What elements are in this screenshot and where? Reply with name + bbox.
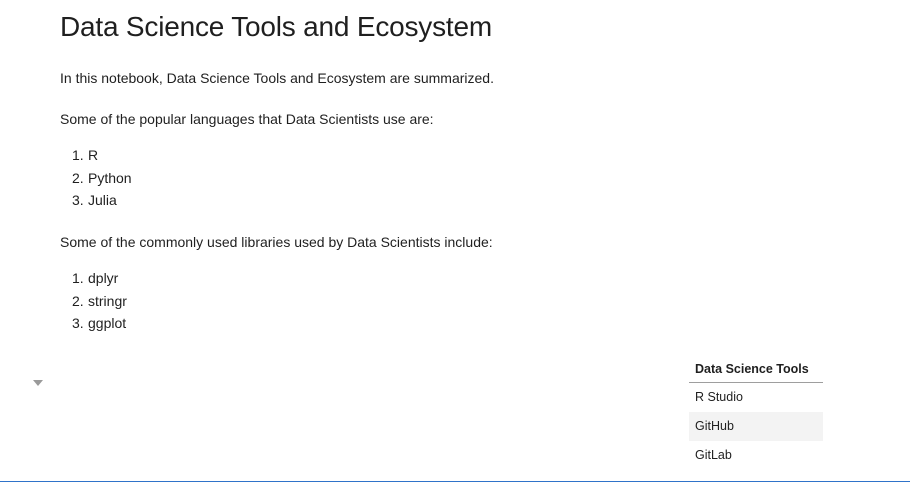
libraries-list: 1. dplyr 2. stringr 3. ggplot: [72, 267, 127, 335]
list-item: 2. stringr: [72, 290, 127, 313]
table-header-row: Data Science Tools: [689, 356, 823, 383]
table-cell: GitLab: [695, 448, 732, 462]
list-item-number: 2.: [72, 292, 84, 309]
libraries-heading: Some of the commonly used libraries used…: [60, 234, 493, 250]
list-item: 3. ggplot: [72, 312, 127, 335]
list-item: 2. Python: [72, 167, 132, 190]
intro-text: In this notebook, Data Science Tools and…: [60, 70, 494, 86]
list-item-label: Julia: [88, 192, 117, 208]
list-item-number: 1.: [72, 147, 84, 163]
list-item-number: 2.: [72, 169, 84, 186]
tools-table: Data Science Tools R Studio GitHub GitLa…: [689, 356, 823, 470]
table-cell: R Studio: [695, 390, 743, 404]
list-item: 3. Julia: [72, 189, 132, 212]
list-item: 1. dplyr: [72, 267, 127, 290]
list-item-label: R: [88, 147, 99, 163]
list-item-number: 3.: [72, 192, 84, 208]
table-row: GitLab: [689, 441, 823, 470]
languages-heading: Some of the popular languages that Data …: [60, 111, 434, 127]
caret-down-icon[interactable]: [33, 380, 43, 386]
list-item-label: Python: [88, 169, 132, 186]
list-item-label: ggplot: [88, 315, 127, 331]
list-item-label: dplyr: [88, 270, 119, 286]
table-header: Data Science Tools: [689, 356, 823, 383]
list-item: 1. R: [72, 144, 132, 167]
list-item-number: 1.: [72, 270, 84, 286]
table-cell: GitHub: [689, 412, 823, 441]
table-row: GitHub: [689, 412, 823, 441]
languages-list: 1. R 2. Python 3. Julia: [72, 144, 132, 212]
list-item-label: stringr: [88, 292, 127, 309]
active-cell-border: [0, 481, 910, 482]
notebook-title: Data Science Tools and Ecosystem: [60, 11, 492, 42]
table-row: R Studio: [689, 383, 823, 413]
list-item-number: 3.: [72, 315, 84, 331]
